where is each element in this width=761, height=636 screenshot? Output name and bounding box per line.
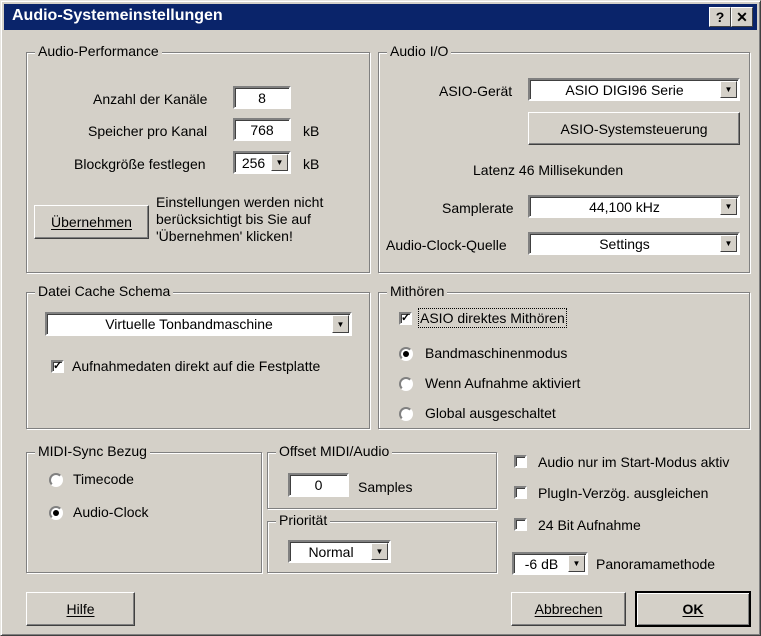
chevron-down-icon[interactable]: ▼ bbox=[720, 81, 737, 98]
chevron-down-icon[interactable]: ▼ bbox=[371, 543, 388, 560]
window-title: Audio-Systemeinstellungen bbox=[12, 7, 223, 24]
monitoring-legend: Mithören bbox=[387, 283, 448, 299]
clock-source-label: Audio-Clock-Quelle bbox=[386, 237, 507, 253]
direct-record-label: Aufnahmedaten direkt auf die Festplatte bbox=[72, 358, 321, 374]
chevron-down-icon[interactable]: ▼ bbox=[720, 198, 737, 215]
samplerate-label: Samplerate bbox=[442, 200, 514, 216]
cancel-button[interactable]: Abbrechen bbox=[511, 592, 626, 626]
channels-label: Anzahl der Kanäle bbox=[93, 91, 208, 107]
radio-audio-clock[interactable] bbox=[49, 506, 63, 520]
memory-input[interactable]: 768 bbox=[233, 118, 291, 141]
audio-start-only-label: Audio nur im Start-Modus aktiv bbox=[538, 454, 730, 470]
radio-selected-dot bbox=[403, 351, 409, 357]
offset-input[interactable]: 0 bbox=[288, 473, 349, 497]
timecode-label: Timecode bbox=[73, 471, 134, 487]
latency-text: Latenz 46 Millisekunden bbox=[473, 162, 624, 178]
radio-record-active[interactable] bbox=[399, 377, 413, 391]
block-size-select[interactable]: 256 ▼ bbox=[233, 151, 291, 174]
pan-method-value: -6 dB bbox=[524, 555, 559, 572]
help-button-label: Hilfe bbox=[66, 601, 95, 617]
ok-button[interactable]: OK bbox=[635, 591, 751, 627]
offset-unit: Samples bbox=[358, 479, 413, 495]
samplerate-select[interactable]: 44,100 kHz ▼ bbox=[528, 195, 740, 218]
audio-clock-label: Audio-Clock bbox=[73, 504, 149, 520]
radio-tape-mode[interactable] bbox=[399, 347, 413, 361]
asio-control-button[interactable]: ASIO-Systemsteuerung bbox=[528, 112, 740, 145]
offset-legend: Offset MIDI/Audio bbox=[276, 443, 393, 459]
help-title-button[interactable]: ? bbox=[709, 7, 731, 27]
close-title-button[interactable]: ✕ bbox=[731, 7, 753, 27]
midi-sync-legend: MIDI-Sync Bezug bbox=[35, 443, 150, 459]
tape-mode-label: Bandmaschinenmodus bbox=[425, 345, 568, 361]
global-off-label: Global ausgeschaltet bbox=[425, 405, 556, 421]
radio-global-off[interactable] bbox=[399, 407, 413, 421]
direct-record-checkbox[interactable]: ✓ bbox=[51, 360, 64, 373]
audio-start-only-checkbox[interactable] bbox=[514, 455, 527, 468]
cancel-button-label: Abbrechen bbox=[534, 601, 603, 617]
asio-device-label: ASIO-Gerät bbox=[439, 83, 513, 99]
audio-performance-legend: Audio-Performance bbox=[35, 43, 162, 59]
asio-control-button-label: ASIO-Systemsteuerung bbox=[560, 120, 708, 137]
radio-selected-dot bbox=[53, 510, 59, 516]
priority-value: Normal bbox=[308, 543, 354, 560]
bit24-label: 24 Bit Aufnahme bbox=[538, 517, 641, 533]
title-bar[interactable]: Audio-Systemeinstellungen ? ✕ bbox=[4, 4, 757, 30]
priority-select[interactable]: Normal ▼ bbox=[288, 540, 391, 563]
apply-button-label: Übernehmen bbox=[51, 214, 132, 230]
block-size-value: 256 bbox=[241, 154, 266, 171]
block-size-label: Blockgröße festlegen bbox=[74, 156, 206, 172]
plugin-delay-label: PlugIn-Verzög. ausgleichen bbox=[538, 485, 709, 501]
dialog-window: Audio-Systemeinstellungen ? ✕ Audio-Perf… bbox=[0, 0, 761, 636]
block-size-unit: kB bbox=[303, 156, 320, 172]
apply-note-line3: 'Übernehmen' klicken! bbox=[156, 228, 293, 244]
apply-note-line2: berücksichtigt bis Sie auf bbox=[156, 211, 311, 227]
clock-source-value: Settings bbox=[599, 235, 650, 252]
audio-io-legend: Audio I/O bbox=[387, 43, 452, 59]
chevron-down-icon[interactable]: ▼ bbox=[271, 154, 288, 171]
chevron-down-icon[interactable]: ▼ bbox=[720, 235, 737, 252]
asio-device-value: ASIO DIGI96 Serie bbox=[565, 81, 684, 98]
record-active-label: Wenn Aufnahme aktiviert bbox=[425, 375, 581, 391]
cache-scheme-value: Virtuelle Tonbandmaschine bbox=[105, 316, 273, 332]
apply-note-line1: Einstellungen werden nicht bbox=[156, 194, 324, 210]
clock-source-select[interactable]: Settings ▼ bbox=[528, 232, 740, 255]
help-icon: ? bbox=[715, 9, 725, 25]
chevron-down-icon[interactable]: ▼ bbox=[568, 555, 585, 572]
ok-button-label: OK bbox=[682, 601, 704, 617]
asio-device-select[interactable]: ASIO DIGI96 Serie ▼ bbox=[528, 78, 740, 101]
priority-legend: Priorität bbox=[276, 512, 331, 528]
asio-direct-label: ASIO direktes Mithören bbox=[418, 308, 567, 328]
file-cache-legend: Datei Cache Schema bbox=[35, 283, 174, 299]
samplerate-value: 44,100 kHz bbox=[589, 198, 660, 215]
memory-unit: kB bbox=[303, 123, 320, 139]
pan-method-label: Panoramamethode bbox=[596, 556, 716, 572]
cache-scheme-select[interactable]: Virtuelle Tonbandmaschine ▼ bbox=[45, 312, 352, 336]
plugin-delay-checkbox[interactable] bbox=[514, 486, 527, 499]
pan-method-select[interactable]: -6 dB ▼ bbox=[512, 552, 588, 575]
chevron-down-icon[interactable]: ▼ bbox=[332, 315, 349, 333]
memory-label: Speicher pro Kanal bbox=[88, 123, 208, 139]
radio-timecode[interactable] bbox=[49, 473, 63, 487]
apply-note: Einstellungen werden nicht berücksichtig… bbox=[156, 194, 323, 245]
help-button[interactable]: Hilfe bbox=[26, 592, 135, 626]
channels-input[interactable]: 8 bbox=[233, 86, 291, 109]
close-icon: ✕ bbox=[736, 9, 748, 25]
asio-direct-checkbox[interactable]: ✓ bbox=[399, 312, 412, 325]
bit24-checkbox[interactable] bbox=[514, 518, 527, 531]
apply-button[interactable]: Übernehmen bbox=[34, 205, 149, 239]
